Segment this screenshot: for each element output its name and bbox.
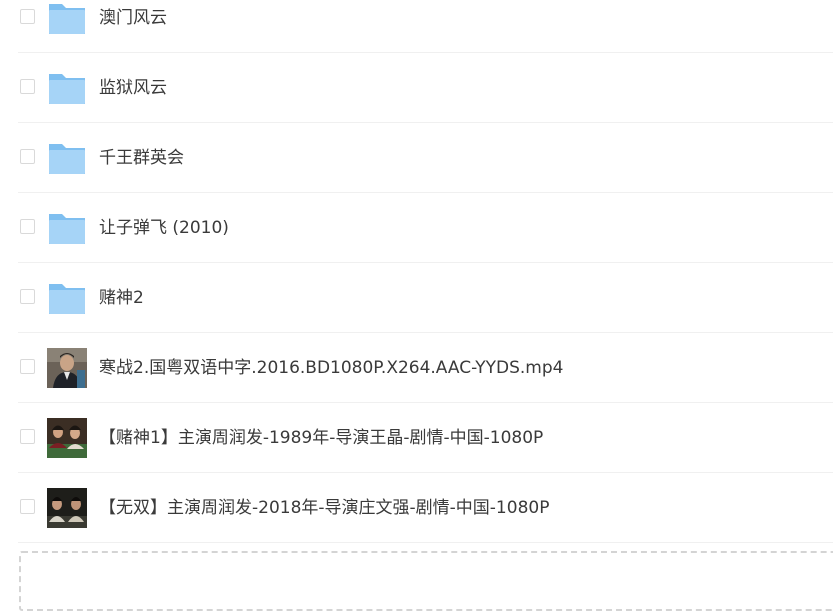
folder-icon (47, 208, 87, 248)
file-name[interactable]: 让子弹飞 (2010) (99, 217, 229, 239)
list-item[interactable]: 赌神2 (18, 263, 833, 333)
folder-icon (47, 138, 87, 178)
row-checkbox[interactable] (20, 79, 35, 94)
video-thumbnail (47, 348, 87, 388)
row-checkbox[interactable] (20, 219, 35, 234)
row-checkbox[interactable] (20, 9, 35, 24)
list-item[interactable]: 寒战2.国粤双语中字.2016.BD1080P.X264.AAC-YYDS.mp… (18, 333, 833, 403)
row-checkbox[interactable] (20, 289, 35, 304)
row-checkbox[interactable] (20, 359, 35, 374)
file-name[interactable]: 千王群英会 (99, 147, 184, 169)
folder-icon (47, 68, 87, 108)
folder-icon (47, 278, 87, 318)
list-item[interactable]: 【赌神1】主演周润发-1989年-导演王晶-剧情-中国-1080P (18, 403, 833, 473)
file-name[interactable]: 监狱风云 (99, 77, 167, 99)
folder-icon (47, 0, 87, 38)
video-thumbnail (47, 418, 87, 458)
list-item[interactable]: 【无双】主演周润发-2018年-导演庄文强-剧情-中国-1080P (18, 473, 833, 543)
file-list: 澳门风云 监狱风云 千王群英会 让子弹飞 (2010) 赌神2 寒战2.国粤双语… (0, 0, 833, 543)
row-checkbox[interactable] (20, 499, 35, 514)
list-item[interactable]: 让子弹飞 (2010) (18, 193, 833, 263)
file-name[interactable]: 寒战2.国粤双语中字.2016.BD1080P.X264.AAC-YYDS.mp… (99, 357, 563, 379)
file-name[interactable]: 【赌神1】主演周润发-1989年-导演王晶-剧情-中国-1080P (99, 427, 543, 449)
file-name[interactable]: 赌神2 (99, 287, 144, 309)
row-checkbox[interactable] (20, 429, 35, 444)
upload-drop-zone[interactable] (19, 551, 833, 611)
list-item[interactable]: 澳门风云 (18, 0, 833, 53)
list-item[interactable]: 千王群英会 (18, 123, 833, 193)
list-item[interactable]: 监狱风云 (18, 53, 833, 123)
file-name[interactable]: 【无双】主演周润发-2018年-导演庄文强-剧情-中国-1080P (99, 497, 549, 519)
row-checkbox[interactable] (20, 149, 35, 164)
video-thumbnail (47, 488, 87, 528)
file-name[interactable]: 澳门风云 (99, 7, 167, 29)
